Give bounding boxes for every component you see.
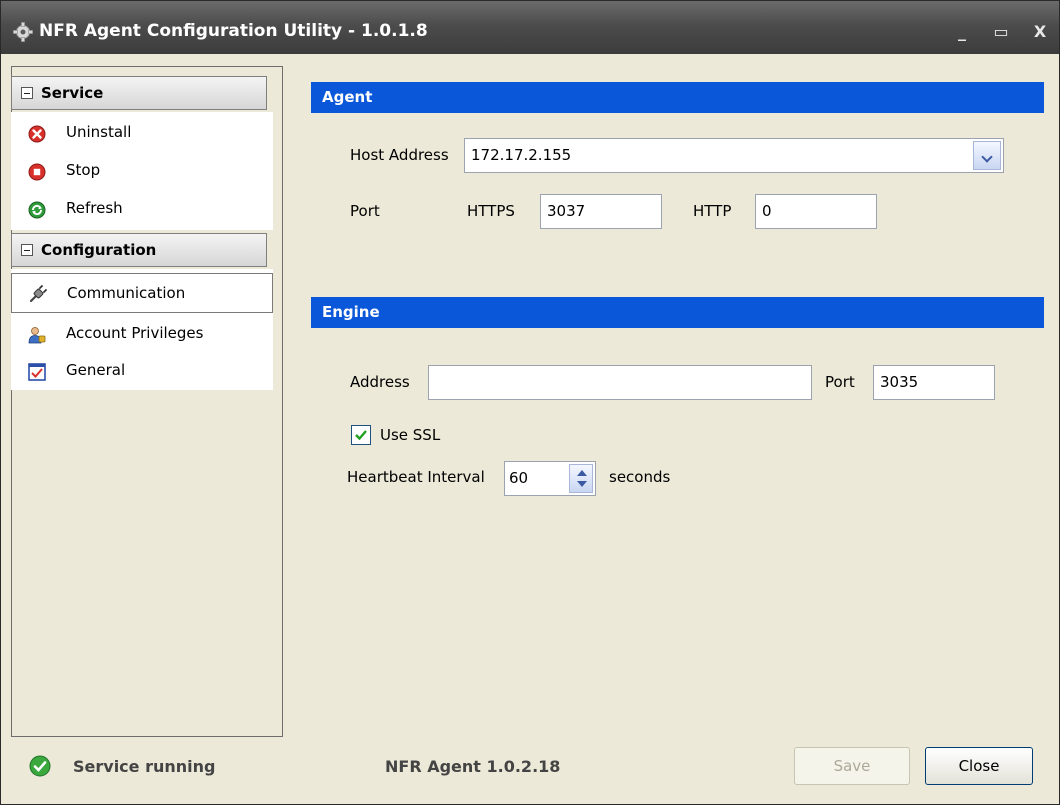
- close-window-button[interactable]: X: [1031, 23, 1049, 41]
- close-button-label: Close: [958, 757, 1000, 775]
- minimize-button[interactable]: _: [953, 23, 971, 41]
- general-icon: [28, 363, 46, 381]
- sidebar-item-label: Account Privileges: [66, 324, 204, 342]
- configuration-section-label: Configuration: [41, 241, 157, 259]
- collapse-icon[interactable]: [21, 87, 33, 99]
- host-address-label: Host Address: [350, 146, 449, 164]
- spinner-buttons[interactable]: [569, 464, 593, 493]
- save-button[interactable]: Save: [794, 747, 910, 785]
- service-status-text: Service running: [73, 757, 216, 776]
- heartbeat-interval-stepper[interactable]: 60: [504, 461, 596, 496]
- host-address-combobox[interactable]: 172.17.2.155: [464, 138, 1004, 173]
- http-port-value: 0: [762, 202, 772, 220]
- engine-address-label: Address: [350, 373, 410, 391]
- title-bar[interactable]: NFR Agent Configuration Utility - 1.0.1.…: [1, 1, 1059, 54]
- sidebar-item-label: Communication: [67, 284, 186, 302]
- close-button[interactable]: Close: [925, 747, 1033, 785]
- port-label: Port: [350, 202, 380, 220]
- sidebar-item-general[interactable]: General: [11, 353, 273, 389]
- sidebar-item-label: General: [66, 361, 126, 379]
- window-title: NFR Agent Configuration Utility - 1.0.1.…: [39, 21, 428, 41]
- heartbeat-interval-value: 60: [509, 469, 529, 487]
- engine-section-title: Engine: [322, 303, 380, 321]
- use-ssl-label: Use SSL: [380, 426, 441, 444]
- engine-port-input[interactable]: 3035: [873, 365, 995, 400]
- app-window: NFR Agent Configuration Utility - 1.0.1.…: [0, 0, 1060, 805]
- https-label: HTTPS: [467, 202, 515, 220]
- agent-version-text: NFR Agent 1.0.2.18: [385, 757, 561, 776]
- sidebar-item-label: Refresh: [66, 199, 123, 217]
- user-key-icon: [28, 327, 46, 344]
- https-port-value: 3037: [547, 202, 586, 220]
- agent-section-title: Agent: [322, 88, 373, 106]
- save-button-label: Save: [833, 757, 871, 775]
- service-section-label: Service: [41, 84, 104, 102]
- stop-icon: [28, 163, 46, 181]
- sidebar-item-refresh[interactable]: Refresh: [11, 191, 273, 227]
- maximize-button[interactable]: ▭: [992, 23, 1010, 41]
- service-section-header[interactable]: Service: [11, 76, 267, 110]
- sidebar-item-communication[interactable]: Communication: [11, 273, 273, 313]
- collapse-icon[interactable]: [21, 244, 33, 256]
- heartbeat-interval-label: Heartbeat Interval: [347, 468, 485, 486]
- sidebar-item-uninstall[interactable]: Uninstall: [11, 115, 273, 151]
- sidebar-item-stop[interactable]: Stop: [11, 153, 273, 189]
- uninstall-icon: [28, 125, 46, 143]
- heartbeat-unit-label: seconds: [609, 468, 671, 486]
- gear-icon: [13, 22, 33, 42]
- spin-up-icon[interactable]: [577, 470, 587, 476]
- http-label: HTTP: [693, 202, 732, 220]
- engine-address-input[interactable]: [428, 365, 812, 400]
- spin-down-icon[interactable]: [577, 481, 587, 487]
- check-circle-icon: [29, 755, 51, 777]
- checkmark-icon: [355, 430, 367, 441]
- configuration-section-header[interactable]: Configuration: [11, 233, 267, 267]
- plug-icon: [29, 285, 47, 303]
- host-address-value: 172.17.2.155: [471, 146, 572, 164]
- refresh-icon: [28, 201, 46, 219]
- sidebar-item-label: Uninstall: [66, 123, 132, 141]
- sidebar-item-account-privileges[interactable]: Account Privileges: [11, 316, 273, 352]
- agent-section-header: Agent: [311, 82, 1044, 113]
- http-port-input[interactable]: 0: [755, 194, 877, 229]
- use-ssl-checkbox[interactable]: [351, 425, 371, 445]
- engine-section-header: Engine: [311, 297, 1044, 328]
- engine-port-value: 3035: [880, 373, 919, 391]
- chevron-down-icon[interactable]: [973, 141, 1001, 170]
- engine-port-label: Port: [825, 373, 855, 391]
- sidebar-item-label: Stop: [66, 161, 101, 179]
- https-port-input[interactable]: 3037: [540, 194, 662, 229]
